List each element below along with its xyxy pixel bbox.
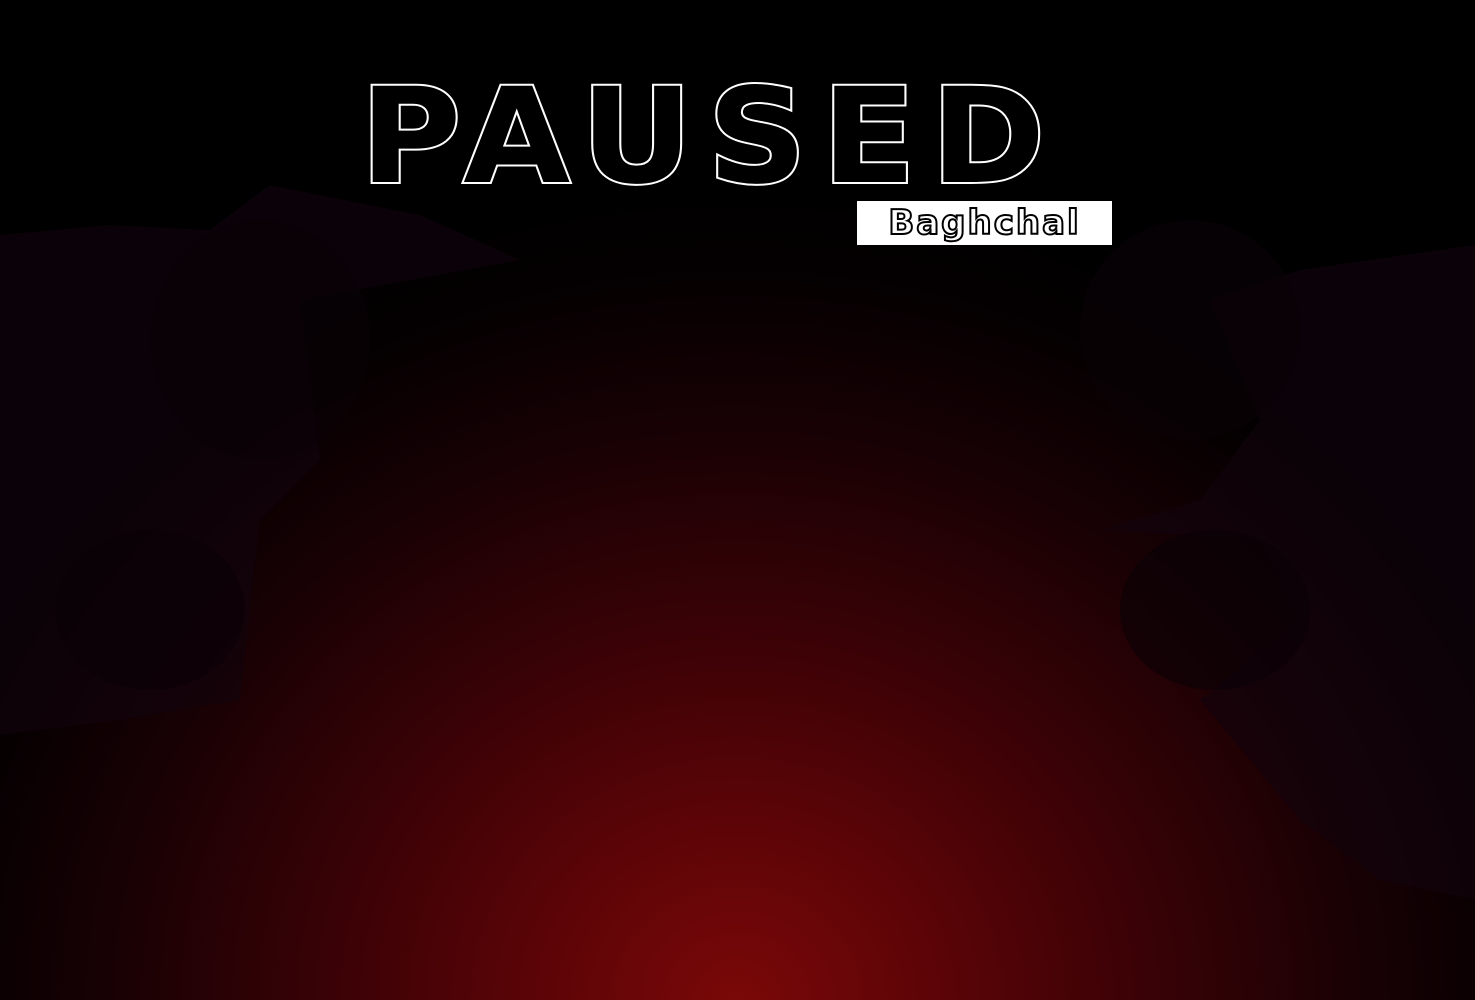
paused-title: PAUSED	[358, 58, 1048, 216]
game-name-label: Baghchal	[887, 203, 1081, 243]
paused-title-text: PAUSED	[360, 60, 1060, 214]
pause-screen: PAUSED Baghchal	[0, 0, 1475, 1000]
game-name-badge: Baghchal	[857, 201, 1112, 245]
